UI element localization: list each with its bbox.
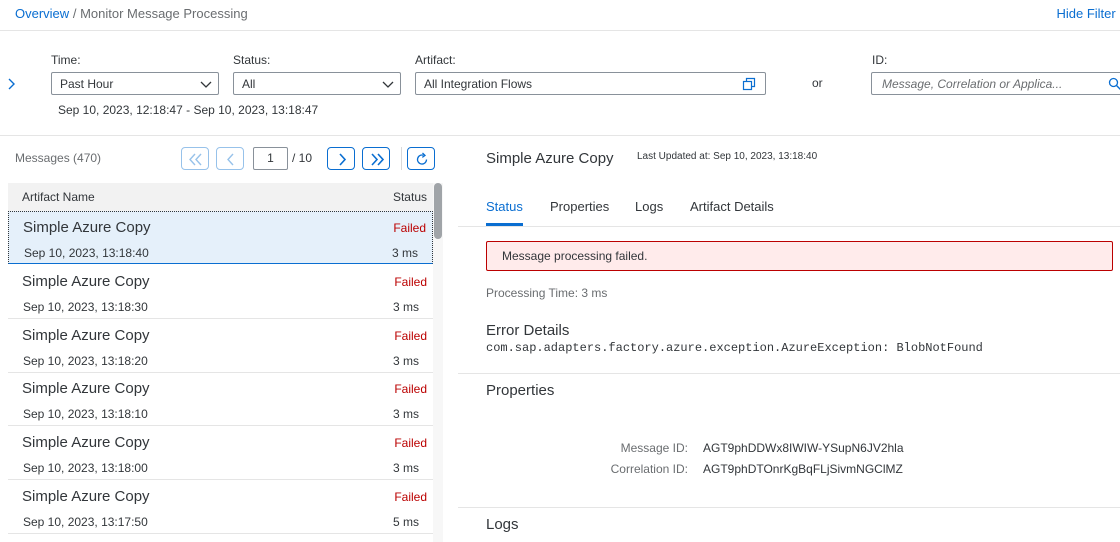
id-label: ID:	[872, 53, 888, 67]
message-row-status: Failed	[393, 221, 426, 235]
first-page-button[interactable]	[181, 147, 209, 170]
status-select-value: All	[242, 77, 256, 91]
message-row-name: Simple Azure Copy	[22, 273, 150, 290]
last-updated-text: Last Updated at: Sep 10, 2023, 13:18:40	[637, 151, 818, 162]
message-row[interactable]: Simple Azure Copy Failed Sep 10, 2023, 1…	[8, 320, 433, 373]
refresh-button[interactable]	[407, 147, 435, 170]
message-row-date: Sep 10, 2023, 13:18:20	[23, 354, 148, 368]
or-text: or	[812, 76, 823, 90]
message-row-duration: 3 ms	[392, 354, 419, 368]
time-select-value: Past Hour	[60, 77, 114, 91]
id-search-input[interactable]: Message, Correlation or Applica...	[871, 72, 1120, 95]
message-row-date: Sep 10, 2023, 13:18:40	[24, 246, 149, 260]
correlation-id-label: Correlation ID:	[610, 462, 688, 476]
properties-heading: Properties	[486, 382, 555, 399]
chevron-right-icon	[339, 153, 347, 166]
search-icon[interactable]	[1108, 77, 1120, 91]
column-header-artifact-name[interactable]: Artifact Name	[22, 190, 95, 204]
message-row[interactable]: Simple Azure Copy Failed Sep 10, 2023, 1…	[8, 266, 433, 319]
previous-page-button[interactable]	[216, 147, 244, 170]
message-row-name: Simple Azure Copy	[22, 434, 150, 451]
top-bar: Overview / Monitor Message Processing Hi…	[0, 0, 1120, 31]
time-range-text: Sep 10, 2023, 12:18:47 - Sep 10, 2023, 1…	[58, 103, 319, 117]
value-help-icon[interactable]	[742, 77, 756, 91]
tab-properties[interactable]: Properties	[550, 199, 609, 214]
id-search-placeholder: Message, Correlation or Applica...	[882, 77, 1063, 91]
message-row[interactable]: Simple Azure Copy Failed Sep 10, 2023, 1…	[8, 481, 433, 534]
last-page-button[interactable]	[362, 147, 390, 170]
tab-logs[interactable]: Logs	[635, 199, 663, 214]
error-message-text: Message processing failed.	[502, 249, 648, 263]
messages-count: Messages (470)	[15, 151, 102, 165]
double-chevron-left-icon	[189, 153, 202, 166]
page-total: / 10	[292, 151, 313, 165]
message-row-date: Sep 10, 2023, 13:18:00	[23, 461, 148, 475]
message-row-name: Simple Azure Copy	[22, 327, 150, 344]
message-id-label: Message ID:	[620, 441, 688, 455]
scrollbar-thumb[interactable]	[434, 183, 442, 239]
artifact-label: Artifact:	[415, 53, 456, 67]
message-row-status: Failed	[394, 436, 427, 450]
messages-scrollbar[interactable]	[433, 183, 443, 542]
chevron-down-icon	[382, 81, 394, 88]
message-row-date: Sep 10, 2023, 13:18:10	[23, 407, 148, 421]
error-details-text: com.sap.adapters.factory.azure.exception…	[486, 341, 983, 355]
message-row-status: Failed	[394, 382, 427, 396]
message-row-duration: 3 ms	[392, 300, 419, 314]
time-label: Time:	[51, 53, 81, 67]
messages-table-header: Artifact Name Status	[8, 183, 433, 212]
chevron-right-icon[interactable]	[4, 77, 18, 91]
detail-title: Simple Azure Copy	[486, 150, 614, 167]
message-row-status: Failed	[394, 490, 427, 504]
message-detail-panel: Simple Azure Copy Last Updated at: Sep 1…	[458, 136, 1120, 542]
message-row-name: Simple Azure Copy	[22, 488, 150, 505]
chevron-down-icon	[200, 81, 212, 88]
messages-panel: Messages (470) 1 / 10 Artifact Name Stat…	[0, 136, 445, 542]
tab-artifact-details[interactable]: Artifact Details	[690, 199, 774, 214]
correlation-id-value: AGT9phDTOnrKgBqFLjSivmNGClMZ	[703, 462, 903, 476]
artifact-input[interactable]: All Integration Flows	[415, 72, 766, 95]
artifact-input-value: All Integration Flows	[424, 77, 533, 91]
breadcrumb-separator: /	[72, 6, 77, 21]
message-row-date: Sep 10, 2023, 13:18:30	[23, 300, 148, 314]
message-row[interactable]: Simple Azure Copy Failed Sep 10, 2023, 1…	[8, 211, 433, 264]
message-row-duration: 5 ms	[392, 515, 419, 529]
message-row-duration: 3 ms	[392, 407, 419, 421]
processing-time: Processing Time: 3 ms	[486, 286, 608, 300]
toolbar-separator	[401, 147, 402, 170]
message-row-name: Simple Azure Copy	[22, 380, 150, 397]
message-row[interactable]: Simple Azure Copy Failed Sep 10, 2023, 1…	[8, 427, 433, 480]
refresh-icon	[416, 152, 428, 165]
detail-tabs: Status Properties Logs Artifact Details	[458, 188, 1120, 227]
message-row-status: Failed	[394, 275, 427, 289]
breadcrumb: Overview / Monitor Message Processing	[15, 6, 248, 21]
page-number-input[interactable]: 1	[253, 147, 288, 170]
status-select[interactable]: All	[233, 72, 401, 95]
filter-bar: Time: Past Hour Status: All Artifact: Al…	[0, 31, 1120, 136]
breadcrumb-current: Monitor Message Processing	[80, 6, 248, 21]
breadcrumb-overview-link[interactable]: Overview	[15, 6, 69, 21]
error-message-strip: Message processing failed.	[486, 241, 1113, 271]
hide-filter-bar-link[interactable]: Hide Filter B	[1056, 6, 1120, 21]
chevron-left-icon	[227, 153, 234, 166]
message-row-date: Sep 10, 2023, 13:17:50	[23, 515, 148, 529]
message-row-duration: 3 ms	[391, 246, 418, 260]
message-row[interactable]: Simple Azure Copy Failed Sep 10, 2023, 1…	[8, 373, 433, 426]
next-page-button[interactable]	[327, 147, 355, 170]
message-id-value: AGT9phDDWx8IWIW-YSupN6JV2hla	[703, 441, 904, 455]
status-label: Status:	[233, 53, 271, 67]
column-header-status[interactable]: Status	[393, 190, 427, 204]
message-row-name: Simple Azure Copy	[23, 219, 151, 236]
message-row-duration: 3 ms	[392, 461, 419, 475]
error-details-heading: Error Details	[486, 322, 570, 339]
section-divider	[458, 507, 1120, 508]
section-divider	[458, 373, 1120, 374]
tab-status[interactable]: Status	[486, 199, 523, 214]
active-tab-indicator	[486, 223, 523, 226]
logs-heading: Logs	[486, 516, 519, 533]
message-row-status: Failed	[394, 329, 427, 343]
double-chevron-right-icon	[371, 153, 385, 166]
time-select[interactable]: Past Hour	[51, 72, 219, 95]
